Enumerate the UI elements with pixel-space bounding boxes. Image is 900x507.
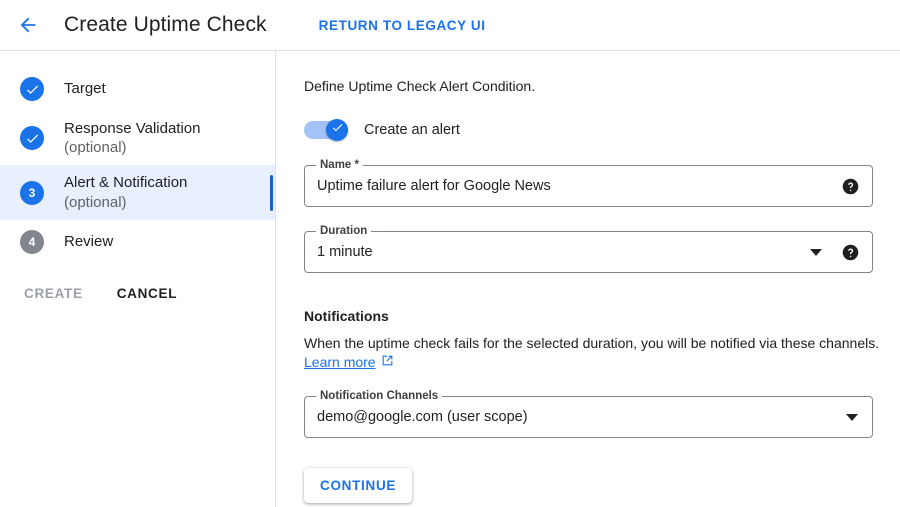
external-link-icon [381,354,394,370]
duration-label: Duration [316,225,372,238]
sidebar-item-response-validation[interactable]: Response Validation (optional) [0,111,275,165]
sidebar-item-label: Alert & Notification [64,174,188,192]
alert-name-field[interactable]: Name * [304,159,873,207]
duration-field[interactable]: Duration 1 minute [304,225,873,273]
step-badge-complete-2 [20,126,44,151]
cancel-button[interactable]: CANCEL [117,286,177,301]
back-button[interactable] [8,5,48,45]
notification-channels-field[interactable]: Notification Channels demo@google.com (u… [304,390,873,438]
stepper-list: Target Response Validation (optional) 3 … [0,51,275,264]
arrow-left-icon [17,14,39,36]
sidebar-item-text: Response Validation (optional) [64,119,200,157]
sidebar-item-sublabel: (optional) [64,193,127,211]
sidebar-item-label: Review [64,233,114,251]
help-circle-icon[interactable] [842,178,859,195]
learn-more-link[interactable]: Learn more [304,354,394,370]
continue-button-wrap: CONTINUE [304,468,900,503]
alert-name-label: Name * [316,159,363,172]
create-alert-toggle-label: Create an alert [364,122,460,138]
check-icon [25,82,40,97]
notifications-heading: Notifications [304,308,389,324]
notification-channels-label: Notification Channels [316,390,443,403]
step-badge-3: 3 [20,180,44,205]
sidebar-item-review[interactable]: 4 Review [0,220,275,264]
continue-button[interactable]: CONTINUE [304,468,413,503]
sidebar-item-sublabel: (optional) [64,139,127,157]
page-title: Create Uptime Check [64,13,267,36]
create-alert-toggle[interactable] [304,119,348,141]
step-badge-complete-1 [20,77,44,101]
create-alert-toggle-row: Create an alert [304,119,900,141]
sidebar-item-target[interactable]: Target [0,67,275,111]
sidebar-item-alert-notification[interactable]: 3 Alert & Notification (optional) [0,165,275,220]
learn-more-label: Learn more [304,354,376,370]
sidebar-item-text: Target [64,79,106,98]
sidebar-item-text: Alert & Notification (optional) [64,173,187,211]
return-to-legacy-ui-link[interactable]: RETURN TO LEGACY UI [319,18,486,33]
active-indicator [270,174,273,211]
page-header: Create Uptime Check RETURN TO LEGACY UI [0,0,900,51]
notifications-description: When the uptime check fails for the sele… [304,335,880,351]
notification-channels-value[interactable]: demo@google.com (user scope) [305,409,846,425]
main-panel: Define Uptime Check Alert Condition. Cre… [277,51,900,507]
check-icon [25,131,40,146]
panel-intro-text: Define Uptime Check Alert Condition. [304,78,536,94]
toggle-thumb [326,119,348,141]
alert-name-input[interactable] [305,178,842,194]
step-badge-4: 4 [20,229,44,254]
duration-value[interactable]: 1 minute [305,244,810,260]
sidebar-item-text: Review [64,232,113,251]
sidebar-item-label: Target [64,80,106,98]
chevron-down-icon[interactable] [846,413,858,421]
sidebar-actions: CREATE CANCEL [0,264,275,301]
create-button[interactable]: CREATE [24,286,83,301]
sidebar-item-label: Response Validation [64,120,201,137]
create-uptime-check-page: Create Uptime Check RETURN TO LEGACY UI … [0,0,900,507]
chevron-down-icon[interactable] [810,248,822,256]
help-circle-icon[interactable] [842,244,859,261]
check-icon [331,121,344,139]
stepper-sidebar: Target Response Validation (optional) 3 … [0,51,276,507]
